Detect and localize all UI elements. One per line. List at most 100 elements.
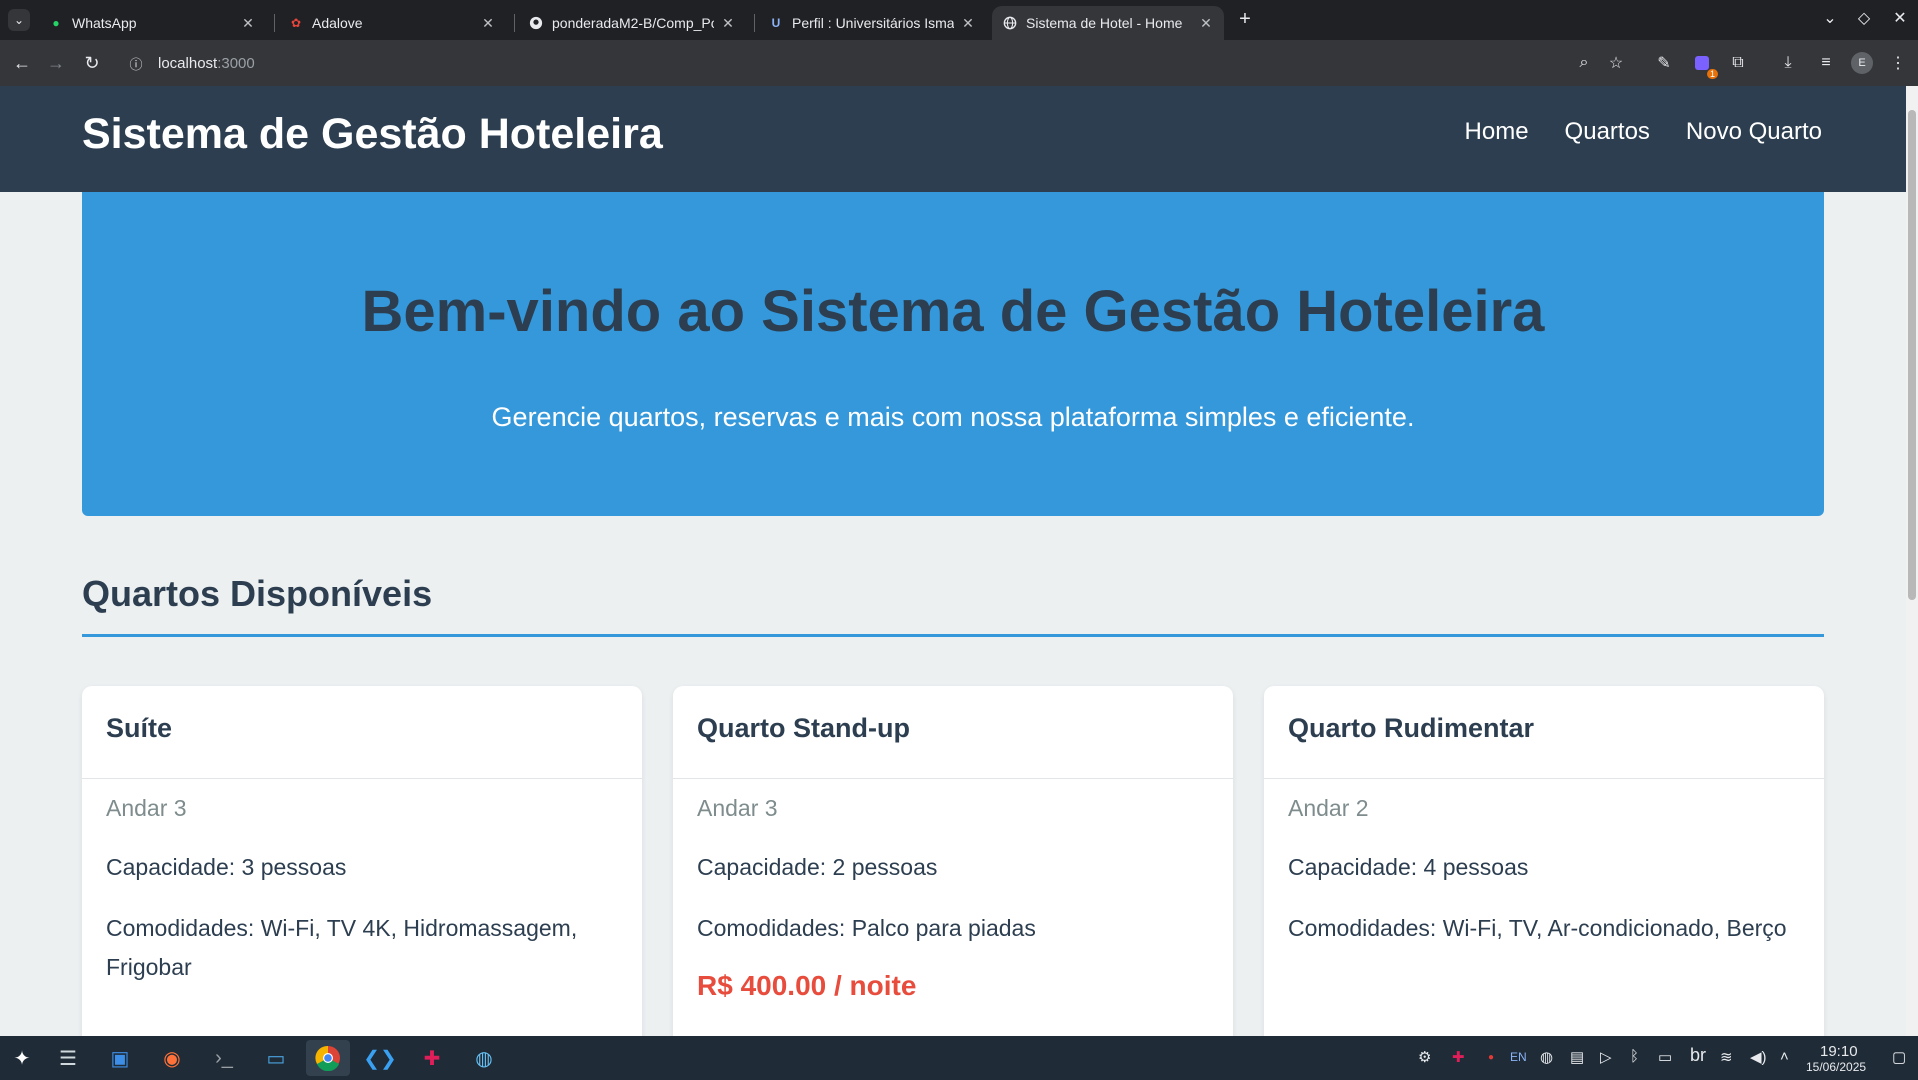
close-icon[interactable]: ✕: [240, 15, 256, 32]
download-icon[interactable]: ⤓: [1776, 51, 1800, 75]
bluetooth-icon[interactable]: ᛒ: [1630, 1048, 1639, 1065]
room-card-header: Quarto Stand-up: [673, 686, 1233, 779]
room-name: Quarto Stand-up: [697, 713, 910, 743]
clock-date[interactable]: 15/06/2025: [1806, 1060, 1866, 1074]
task-manager-icon[interactable]: ☰: [46, 1040, 90, 1076]
star-icon[interactable]: ☆: [1604, 51, 1628, 75]
scrollbar-thumb[interactable]: [1908, 110, 1916, 600]
close-icon[interactable]: ✕: [960, 15, 976, 32]
profile-avatar[interactable]: E: [1851, 52, 1873, 74]
slack-tray-icon[interactable]: ✚: [1452, 1048, 1465, 1066]
room-price: R$ 400.00 / noite: [697, 970, 917, 1001]
site-header: Sistema de Gestão Hoteleira Home Quartos…: [0, 86, 1906, 192]
vscode-icon[interactable]: ❮❯: [358, 1040, 402, 1076]
nav-link-home[interactable]: Home: [1465, 118, 1529, 146]
extension-icon[interactable]: 1: [1690, 51, 1718, 79]
steam-tray-icon[interactable]: ◍: [1540, 1048, 1553, 1066]
menu-icon[interactable]: ⋮: [1886, 51, 1910, 75]
room-card[interactable]: Quarto Rudimentar Andar 2 Capacidade: 4 …: [1264, 686, 1824, 1036]
globe-icon: [1002, 15, 1018, 31]
info-icon[interactable]: ⓘ: [126, 53, 146, 73]
chrome-icon[interactable]: [306, 1040, 350, 1076]
tab-sistema-hotel[interactable]: Sistema de Hotel - Home ✕: [992, 6, 1224, 40]
browser-tab-strip: ⌄ ● WhatsApp ✕ ✿ Adalove ✕ ponderadaM2-B…: [0, 0, 1918, 40]
discover-store-icon[interactable]: ▣: [98, 1040, 142, 1076]
file-manager-icon[interactable]: ▭: [254, 1040, 298, 1076]
room-capacity: Capacidade: 2 pessoas: [697, 854, 938, 880]
room-name: Suíte: [106, 713, 173, 743]
nav-link-novo-quarto[interactable]: Novo Quarto: [1686, 118, 1822, 146]
back-arrow-icon[interactable]: ←: [10, 51, 34, 75]
puzzle-icon[interactable]: ⧉: [1726, 51, 1750, 75]
tab-search-button[interactable]: ⌄: [8, 9, 30, 31]
room-card-body: Andar 2 Capacidade: 4 pessoas Comodidade…: [1264, 779, 1824, 948]
reading-list-icon[interactable]: ≡: [1814, 51, 1838, 75]
room-capacity: Capacidade: 4 pessoas: [1288, 854, 1529, 880]
terminal-icon[interactable]: ›_: [202, 1040, 246, 1076]
room-amenities: Comodidades: Wi-Fi, TV, Ar-condicionado,…: [1288, 915, 1787, 941]
room-capacity: Capacidade: 3 pessoas: [106, 854, 347, 880]
close-window-icon[interactable]: ✕: [1888, 8, 1912, 28]
room-amenities: Comodidades: Wi-Fi, TV 4K, Hidromassagem…: [106, 915, 578, 980]
keyboard-layout[interactable]: br: [1690, 1045, 1706, 1066]
clipboard-icon[interactable]: ▤: [1570, 1048, 1584, 1066]
tab-adalove[interactable]: ✿ Adalove ✕: [278, 6, 506, 40]
display-icon[interactable]: ▭: [1658, 1048, 1672, 1066]
hero-title: Bem-vindo ao Sistema de Gestão Hoteleira: [361, 279, 1545, 344]
site-nav: Home Quartos Novo Quarto: [1465, 118, 1822, 146]
tab-divider: [754, 14, 755, 32]
media-play-icon[interactable]: ▷: [1600, 1048, 1612, 1066]
github-icon: [528, 15, 544, 31]
room-floor: Andar 3: [697, 795, 778, 821]
nav-link-quartos[interactable]: Quartos: [1565, 118, 1650, 146]
chevron-down-icon[interactable]: ⌄: [1818, 8, 1842, 28]
os-taskbar: ✦ ☰ ▣ ◉ ›_ ▭ ❮❯ ✚ ◍ ⚙ ✚ ● EN ◍ ▤ ▷ ᛒ ▭ b…: [0, 1036, 1918, 1080]
volume-icon[interactable]: ◀): [1750, 1048, 1767, 1066]
room-floor: Andar 3: [106, 795, 187, 821]
room-card[interactable]: Suíte Andar 3 Capacidade: 3 pessoas Como…: [82, 686, 642, 1036]
eyedropper-icon[interactable]: ✎: [1652, 51, 1676, 75]
chevron-up-icon[interactable]: ˄: [1780, 1048, 1789, 1065]
room-card-header: Suíte: [82, 686, 642, 779]
browser-toolbar: ← → ↻ ⓘ localhost:3000 ⌕ ☆ ✎ 1 ⧉ ⤓ ≡ E ⋮: [0, 40, 1918, 86]
record-dot-icon: ●: [1488, 1052, 1495, 1063]
tab-github[interactable]: ponderadaM2-B/Comp_Pon ✕: [518, 6, 746, 40]
tab-divider: [514, 14, 515, 32]
close-icon[interactable]: ✕: [1198, 15, 1214, 32]
hero-subtitle: Gerencie quartos, reservas e mais com no…: [491, 402, 1415, 432]
adalove-icon: ✿: [290, 16, 302, 30]
app-launcher-icon[interactable]: ✦: [0, 1040, 44, 1076]
keyboard-language[interactable]: EN: [1510, 1050, 1527, 1064]
minimize-icon[interactable]: ◇: [1852, 8, 1876, 28]
zoom-icon[interactable]: ⌕: [1572, 51, 1596, 75]
whatsapp-icon: ●: [52, 16, 60, 30]
firefox-icon[interactable]: ◉: [150, 1040, 194, 1076]
page-viewport: Sistema de Gestão Hoteleira Home Quartos…: [0, 86, 1918, 1036]
close-icon[interactable]: ✕: [720, 15, 736, 32]
reload-icon[interactable]: ↻: [80, 51, 104, 75]
room-card-header: Quarto Rudimentar: [1264, 686, 1824, 779]
section-title: Quartos Disponíveis: [82, 573, 433, 614]
room-card-body: Andar 3 Capacidade: 3 pessoas Comodidade…: [82, 779, 642, 987]
tab-divider: [274, 14, 275, 32]
forward-arrow-icon[interactable]: →: [44, 51, 68, 75]
room-name: Quarto Rudimentar: [1288, 713, 1535, 743]
wifi-icon[interactable]: ≋: [1720, 1048, 1733, 1066]
show-desktop-icon[interactable]: ▢: [1892, 1048, 1906, 1066]
page-scrollbar[interactable]: [1906, 86, 1918, 1036]
inteli-icon: U: [771, 16, 781, 30]
clock-time[interactable]: 19:10: [1820, 1043, 1858, 1060]
tab-whatsapp[interactable]: ● WhatsApp ✕: [38, 6, 266, 40]
new-tab-button[interactable]: +: [1233, 8, 1257, 31]
notifications-icon[interactable]: ⚙: [1418, 1048, 1431, 1066]
hero-banner: Bem-vindo ao Sistema de Gestão Hoteleira…: [82, 192, 1824, 516]
steam-icon[interactable]: ◍: [462, 1040, 506, 1076]
room-amenities: Comodidades: Palco para piadas: [697, 915, 1036, 941]
site-brand[interactable]: Sistema de Gestão Hoteleira: [82, 110, 663, 159]
section-divider: [82, 634, 1824, 637]
close-icon[interactable]: ✕: [480, 15, 496, 32]
address-bar[interactable]: ⓘ localhost:3000: [118, 46, 1598, 80]
tab-inteli-profile[interactable]: U Perfil : Universitários Isman ✕: [758, 6, 986, 40]
slack-icon[interactable]: ✚: [410, 1040, 454, 1076]
room-card[interactable]: Quarto Stand-up Andar 3 Capacidade: 2 pe…: [673, 686, 1233, 1036]
